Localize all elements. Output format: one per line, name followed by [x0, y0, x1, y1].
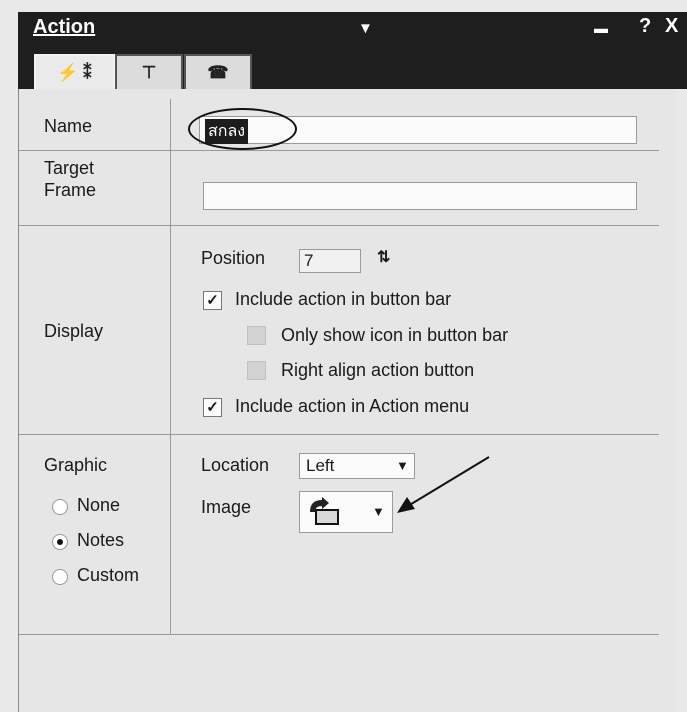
name-label: Name	[44, 116, 93, 136]
display-label: Display	[44, 321, 104, 341]
right-align-label: Right align action button	[281, 360, 475, 380]
title-dropdown-icon[interactable]: ▼	[358, 20, 373, 37]
folder-arrow-icon	[310, 497, 339, 525]
include-action-menu-checkmark: ✓	[206, 399, 219, 416]
divider	[19, 634, 659, 635]
position-spinner[interactable]: 7	[299, 249, 361, 273]
help-icon[interactable]: ?	[639, 15, 651, 38]
button-bar-icon: ⊤	[141, 63, 157, 82]
tab-button-bar[interactable]: ⊤	[115, 54, 183, 91]
target-frame-field[interactable]	[203, 182, 637, 210]
image-picker[interactable]: ▼	[299, 491, 393, 533]
properties-panel: Name สกลง Target Frame Display Position …	[18, 89, 676, 712]
radio-notes-label: Notes	[77, 530, 125, 550]
position-value: 7	[304, 251, 314, 270]
window-title: Action	[33, 16, 96, 38]
chevron-down-icon: ▼	[372, 504, 385, 519]
tab-advanced[interactable]: ☎	[184, 54, 252, 91]
only-show-icon-checkbox[interactable]	[247, 326, 266, 345]
include-action-menu-label: Include action in Action menu	[235, 396, 470, 416]
label-column-divider	[170, 99, 171, 634]
image-label: Image	[201, 497, 252, 517]
include-button-bar-checkmark: ✓	[206, 292, 219, 309]
graphic-label: Graphic	[44, 455, 108, 475]
location-value: Left	[306, 456, 335, 475]
close-icon[interactable]: X	[665, 15, 678, 38]
include-button-bar-checkbox[interactable]: ✓	[203, 291, 222, 310]
radio-custom-label: Custom	[77, 565, 140, 585]
include-button-bar-label: Include action in button bar	[235, 289, 452, 309]
radio-none-label: None	[77, 495, 121, 515]
radio-none[interactable]	[52, 499, 68, 515]
include-action-menu-checkbox[interactable]: ✓	[203, 398, 222, 417]
location-label: Location	[201, 455, 270, 475]
position-label: Position	[201, 248, 266, 268]
annotation-arrow-icon	[397, 456, 490, 513]
target-frame-label-line2: Frame	[44, 180, 97, 200]
tab-basics[interactable]: ⚡ ⁑	[34, 54, 115, 91]
phone-icon: ☎	[207, 63, 229, 82]
minimize-icon[interactable]: ▬	[594, 20, 608, 36]
divider	[19, 225, 659, 226]
right-align-checkbox[interactable]	[247, 361, 266, 380]
divider	[19, 434, 659, 435]
spinner-arrows-icon[interactable]: ⇅	[377, 247, 390, 267]
annotation-circle	[188, 108, 297, 150]
tab-strip: ⚡ ⁑ ⊤ ☎	[18, 42, 687, 91]
lightning-icon: ⚡ ⁑	[57, 63, 92, 82]
radio-notes[interactable]	[52, 534, 68, 550]
title-bar: Action ▼ ▬ ? X	[18, 12, 687, 42]
radio-custom[interactable]	[52, 569, 68, 585]
only-show-icon-label: Only show icon in button bar	[281, 325, 509, 345]
target-frame-label-line1: Target	[44, 158, 95, 178]
divider	[19, 150, 659, 151]
